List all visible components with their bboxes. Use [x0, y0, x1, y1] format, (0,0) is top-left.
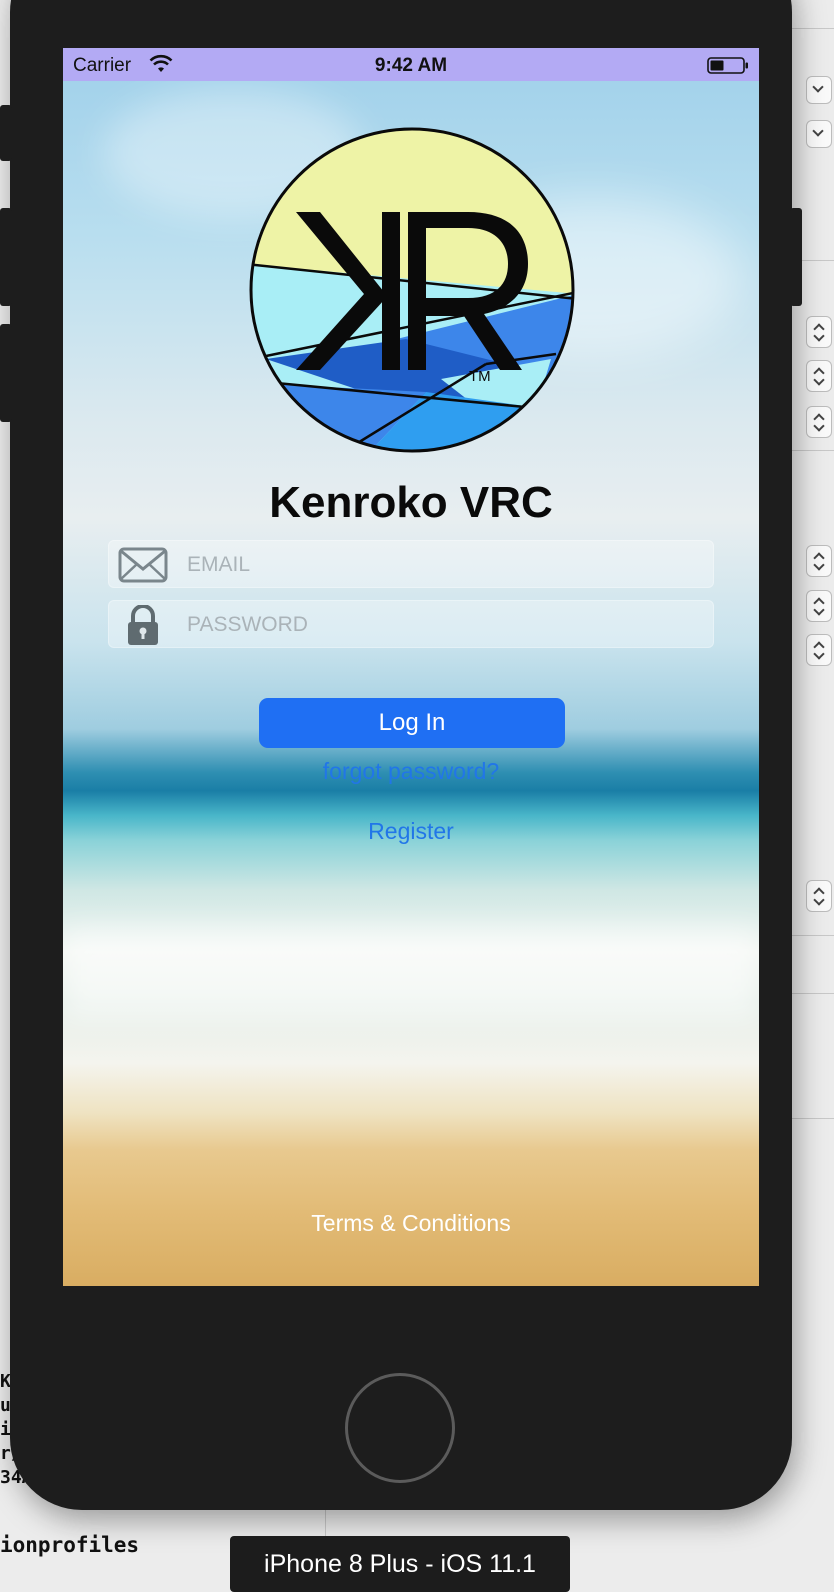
volume-up-button [0, 208, 12, 306]
inspector-stepper[interactable] [806, 545, 832, 577]
inspector-stepper[interactable] [806, 880, 832, 912]
divider [790, 450, 834, 451]
kr-logo: TM [249, 127, 575, 453]
inspector-stepper[interactable] [806, 634, 832, 666]
divider [790, 1118, 834, 1119]
volume-down-button [0, 324, 12, 422]
inspector-stepper[interactable] [806, 316, 832, 348]
login-button[interactable]: Log In [259, 698, 565, 748]
power-button [790, 208, 802, 306]
trademark-symbol: TM [469, 368, 491, 385]
background-wave-foam [63, 928, 759, 1018]
password-field[interactable] [108, 600, 714, 649]
email-input[interactable] [185, 541, 709, 589]
inspector-stepper[interactable] [806, 590, 832, 622]
inspector-dropdown[interactable] [806, 76, 832, 104]
app-screen: Carrier 9:42 AM TM Kenroko VRC EMAIL Log… [63, 48, 759, 1286]
forgot-password-link[interactable]: forgot password? [63, 758, 759, 785]
battery-icon [707, 57, 748, 74]
terms-and-conditions-link[interactable]: Terms & Conditions [63, 1210, 759, 1237]
simulator-device-label: iPhone 8 Plus - iOS 11.1 [230, 1536, 570, 1592]
clock: 9:42 AM [374, 55, 448, 76]
status-bar: Carrier 9:42 AM [63, 48, 759, 81]
console-code-fragment: ionprofiles [0, 1533, 140, 1557]
mute-switch [0, 105, 12, 161]
inspector-dropdown[interactable] [806, 120, 832, 148]
inspector-stepper[interactable] [806, 360, 832, 392]
divider [790, 993, 834, 994]
iphone-simulator-device: Carrier 9:42 AM TM Kenroko VRC EMAIL Log… [0, 0, 802, 1510]
password-input[interactable] [185, 601, 709, 649]
app-title: Kenroko VRC [269, 478, 553, 527]
inspector-stepper[interactable] [806, 406, 832, 438]
divider [790, 28, 834, 29]
register-link[interactable]: Register [63, 818, 759, 845]
lock-icon [128, 605, 158, 645]
email-field[interactable] [108, 540, 714, 589]
divider [790, 935, 834, 936]
home-button[interactable] [345, 1373, 455, 1483]
envelope-icon [118, 547, 168, 583]
